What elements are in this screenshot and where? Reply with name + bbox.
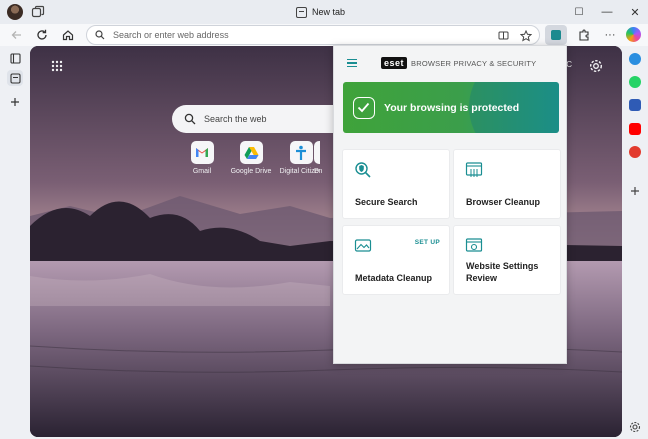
back-arrow-icon: [11, 31, 21, 39]
home-icon: [62, 30, 74, 41]
add-tab-button[interactable]: [7, 94, 23, 110]
unknown-site-icon: [314, 141, 320, 164]
card-label: Secure Search: [355, 197, 418, 207]
shortcut-label: D: [314, 168, 320, 175]
refresh-button[interactable]: [33, 26, 51, 44]
website-settings-review-card[interactable]: Website Settings Review: [454, 226, 560, 294]
shortcut-google-drive[interactable]: Google Drive: [223, 141, 279, 175]
opera-icon[interactable]: [629, 146, 641, 158]
refresh-icon: [37, 29, 47, 40]
browser-toolbar: ···: [0, 24, 648, 46]
metadata-cleanup-icon: [354, 239, 372, 252]
favorite-star-icon[interactable]: [519, 29, 532, 42]
reader-view-icon[interactable]: [497, 29, 510, 42]
search-icon: [184, 113, 196, 125]
checkmark-icon: [353, 97, 375, 119]
extensions-button[interactable]: [575, 26, 593, 44]
outlook-icon[interactable]: [629, 99, 641, 111]
plus-icon: [11, 98, 19, 106]
profile-avatar[interactable]: [7, 4, 23, 20]
browser-cleanup-icon: [465, 162, 483, 177]
shortcut-gmail[interactable]: Gmail: [174, 141, 230, 175]
shortcut-partial[interactable]: D: [314, 141, 334, 175]
eset-logo: eset BROWSER PRIVACY & SECURITY: [381, 56, 536, 70]
secure-search-icon: [355, 162, 371, 178]
eset-extension-popup: eset BROWSER PRIVACY & SECURITY Your bro…: [333, 45, 567, 364]
tab-actions-icon[interactable]: [31, 5, 45, 19]
close-button[interactable]: ✕: [620, 0, 648, 24]
puzzle-icon: [579, 29, 589, 41]
product-name: BROWSER PRIVACY & SECURITY: [411, 58, 537, 68]
google-drive-icon: [239, 141, 263, 164]
card-label: Metadata Cleanup: [355, 273, 433, 283]
apps-grid-icon[interactable]: [51, 60, 63, 72]
eset-extension-icon: [551, 30, 561, 40]
right-sidebar: [622, 24, 648, 439]
protection-status-text: Your browsing is protected: [384, 102, 520, 114]
address-input[interactable]: [113, 28, 473, 42]
gmail-icon: [190, 141, 214, 164]
tab-new-tab[interactable]: New tab: [296, 3, 345, 21]
youtube-icon[interactable]: [629, 123, 641, 135]
card-label: Browser Cleanup: [466, 197, 541, 207]
setup-tag[interactable]: SET UP: [415, 239, 440, 246]
digital-citizen-icon: [289, 141, 313, 164]
hamburger-menu-icon[interactable]: [347, 59, 357, 67]
eset-logo-badge: eset: [381, 57, 408, 69]
browser-cleanup-card[interactable]: Browser Cleanup: [454, 150, 560, 218]
skype-icon[interactable]: [629, 53, 641, 65]
vertical-tabs-button[interactable]: [7, 50, 23, 66]
sidebar-settings-button[interactable]: [629, 420, 641, 433]
website-settings-icon: [465, 238, 483, 252]
left-vertical-sidebar: [0, 46, 30, 439]
secure-search-card[interactable]: Secure Search: [343, 150, 449, 218]
shortcut-label: Gmail: [192, 168, 212, 175]
web-search-input[interactable]: [204, 112, 354, 126]
maximize-button[interactable]: ☐: [564, 0, 594, 24]
address-bar[interactable]: [86, 25, 540, 45]
new-tab-sidebar-button[interactable]: [7, 70, 23, 86]
plus-icon: [631, 187, 639, 195]
title-bar: New tab — ☐ ✕: [0, 0, 648, 24]
back-button[interactable]: [8, 26, 26, 44]
eset-extension-button[interactable]: [545, 25, 567, 45]
minimize-button[interactable]: —: [592, 0, 622, 24]
home-button[interactable]: [59, 26, 77, 44]
protection-status-banner: Your browsing is protected: [343, 82, 559, 133]
new-tab-icon: [296, 6, 307, 18]
metadata-cleanup-card[interactable]: SET UP Metadata Cleanup: [343, 226, 449, 294]
page-settings-gear-icon[interactable]: [589, 59, 603, 73]
whatsapp-icon[interactable]: [629, 76, 641, 88]
gear-icon: [629, 421, 641, 433]
tab-page-icon: [9, 72, 21, 84]
search-icon: [95, 30, 105, 40]
more-menu-button[interactable]: ···: [601, 26, 619, 44]
sidebar-add-button[interactable]: [629, 184, 641, 196]
card-label: Website Settings Review: [466, 261, 539, 283]
tab-title: New tab: [312, 7, 346, 17]
vertical-tabs-icon: [9, 52, 21, 64]
shortcut-label: Google Drive: [230, 168, 272, 175]
